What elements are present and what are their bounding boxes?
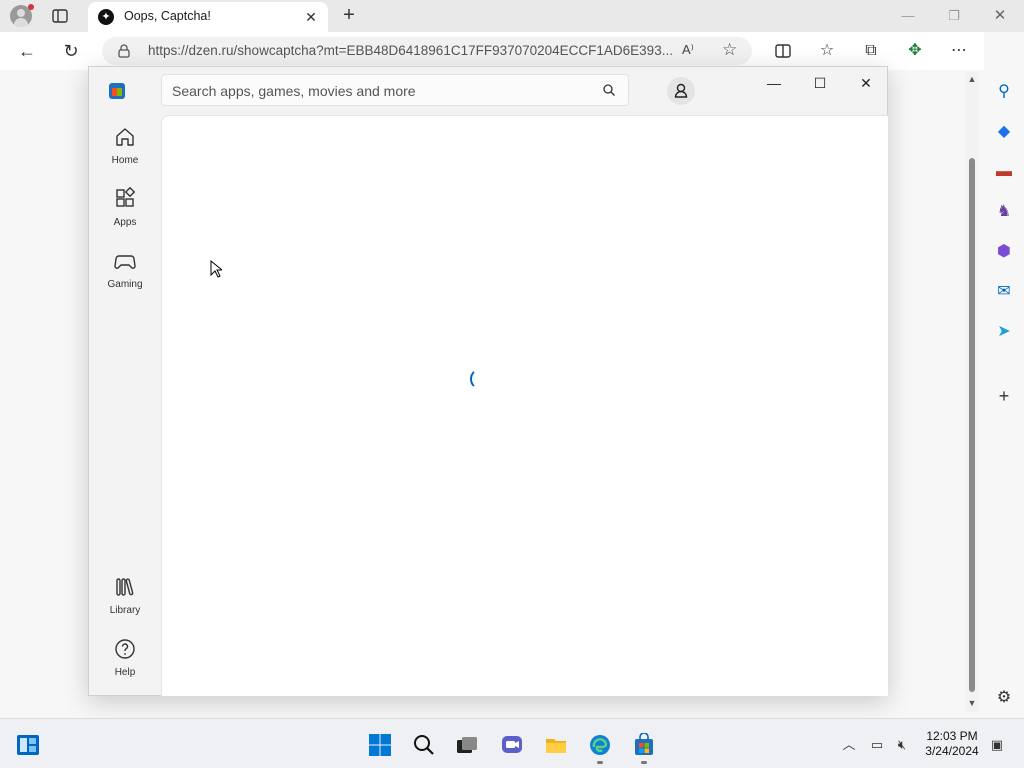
notification-dot — [28, 4, 34, 10]
edge-sidebar: ⚲ ◆ ▬ ♞ ⬢ ✉ ➤ + ⚙ — [984, 32, 1024, 718]
home-icon — [116, 128, 134, 146]
back-arrow-icon[interactable]: ← — [16, 40, 38, 62]
notifications-icon[interactable]: ▣ — [988, 736, 1006, 754]
tools-briefcase-icon[interactable]: ▬ — [992, 160, 1016, 184]
microsoft365-icon[interactable]: ⬢ — [992, 240, 1016, 264]
address-bar[interactable]: https://dzen.ru/showcaptcha?mt=EBB48D641… — [102, 37, 752, 65]
system-clock[interactable]: 12:03 PM 3/24/2024 — [920, 729, 984, 759]
account-avatar[interactable] — [667, 77, 695, 105]
nav-library-label: Library — [109, 605, 141, 616]
library-icon — [116, 578, 134, 596]
refresh-icon[interactable]: ↻ — [60, 40, 82, 62]
split-screen-icon[interactable] — [772, 40, 794, 62]
extensions-icon[interactable]: ✥ — [904, 40, 926, 62]
shopping-tag-icon[interactable]: ◆ — [992, 120, 1016, 144]
chat-meet-icon[interactable] — [500, 733, 524, 757]
lock-icon[interactable] — [118, 44, 130, 58]
nav-gaming-label: Gaming — [107, 279, 143, 290]
address-toolbar: ← ↻ https://dzen.ru/showcaptcha?mt=EBB48… — [0, 32, 1024, 70]
edge-browser-icon[interactable] — [588, 733, 612, 757]
dzen-favicon-icon — [98, 9, 114, 25]
loading-spinner-icon — [470, 368, 492, 390]
favorite-star-icon[interactable]: ☆ — [722, 40, 737, 60]
settings-more-icon[interactable]: ⋯ — [948, 40, 970, 62]
browser-minimize-icon[interactable]: — — [898, 6, 918, 26]
browser-restore-icon[interactable]: ❐ — [944, 6, 964, 26]
store-running-indicator — [641, 761, 647, 764]
search-icon[interactable]: ⚲ — [992, 80, 1016, 104]
read-aloud-icon[interactable]: A⁾ — [682, 42, 694, 58]
collections-icon[interactable]: ⧉ — [860, 40, 882, 62]
browser-tab-bar: Oops, Captcha! ✕ + — ❐ ✕ — [0, 0, 1024, 32]
windows-taskbar: ︿ ▭ 🔇︎ 12:03 PM 3/24/2024 ▣ — [0, 718, 1024, 768]
favorites-icon[interactable]: ☆ — [816, 40, 838, 62]
store-content-pane — [161, 115, 888, 696]
clock-time: 12:03 PM — [926, 729, 978, 743]
browser-close-icon[interactable]: ✕ — [990, 6, 1010, 26]
url-text[interactable]: https://dzen.ru/showcaptcha?mt=EBB48D641… — [148, 43, 674, 58]
send-drop-icon[interactable]: ➤ — [992, 320, 1016, 344]
tab-actions-icon[interactable] — [50, 6, 70, 26]
file-explorer-icon[interactable] — [544, 733, 568, 757]
page-scrollbar[interactable]: ▲ ▼ — [965, 72, 979, 712]
new-tab-plus-icon[interactable]: + — [338, 4, 360, 26]
apps-icon — [116, 187, 136, 207]
tab-close-icon[interactable]: ✕ — [302, 8, 320, 26]
nav-apps-label: Apps — [113, 217, 137, 228]
start-windows-icon[interactable] — [368, 733, 392, 757]
store-search-input[interactable]: Search apps, games, movies and more — [161, 74, 629, 106]
show-hidden-icons-chevron-icon[interactable]: ︿ — [840, 736, 858, 754]
widgets-icon[interactable] — [16, 733, 40, 757]
scroll-up-arrow-icon[interactable]: ▲ — [967, 74, 977, 84]
store-minimize-icon[interactable]: — — [759, 73, 789, 93]
scroll-down-arrow-icon[interactable]: ▼ — [967, 698, 977, 708]
nav-home[interactable]: Home — [89, 125, 161, 181]
search-icon[interactable] — [602, 83, 616, 97]
store-logo-icon — [109, 83, 125, 99]
tab-title: Oops, Captcha! — [124, 9, 211, 23]
network-display-icon[interactable]: ▭ — [868, 736, 886, 754]
gaming-icon — [114, 255, 136, 269]
help-icon — [115, 639, 135, 659]
add-sidebar-app-icon[interactable]: + — [992, 384, 1016, 408]
edge-running-indicator — [597, 761, 603, 764]
nav-help[interactable]: Help — [89, 637, 161, 693]
nav-home-label: Home — [111, 155, 139, 166]
task-view-icon[interactable] — [455, 733, 479, 757]
store-nav-rail: Home Apps Gaming Library Help — [89, 115, 161, 695]
store-close-icon[interactable]: ✕ — [851, 73, 881, 93]
games-chess-icon[interactable]: ♞ — [992, 200, 1016, 224]
microsoft-store-window: Search apps, games, movies and more — ☐ … — [88, 66, 888, 696]
scroll-thumb[interactable] — [969, 158, 975, 692]
sidebar-settings-gear-icon[interactable]: ⚙ — [992, 686, 1016, 710]
volume-muted-icon[interactable]: 🔇︎ — [893, 736, 911, 754]
microsoft-store-icon[interactable] — [632, 733, 656, 757]
search-placeholder: Search apps, games, movies and more — [172, 83, 416, 99]
store-maximize-icon[interactable]: ☐ — [805, 73, 835, 93]
mouse-cursor-icon — [210, 260, 222, 278]
nav-apps[interactable]: Apps — [89, 187, 161, 243]
nav-library[interactable]: Library — [89, 575, 161, 631]
nav-help-label: Help — [114, 667, 136, 678]
person-icon — [674, 83, 688, 98]
outlook-icon[interactable]: ✉ — [992, 280, 1016, 304]
nav-gaming[interactable]: Gaming — [89, 249, 161, 305]
active-tab[interactable]: Oops, Captcha! ✕ — [88, 2, 328, 32]
clock-date: 3/24/2024 — [925, 744, 979, 758]
taskbar-search-icon[interactable] — [412, 733, 436, 757]
